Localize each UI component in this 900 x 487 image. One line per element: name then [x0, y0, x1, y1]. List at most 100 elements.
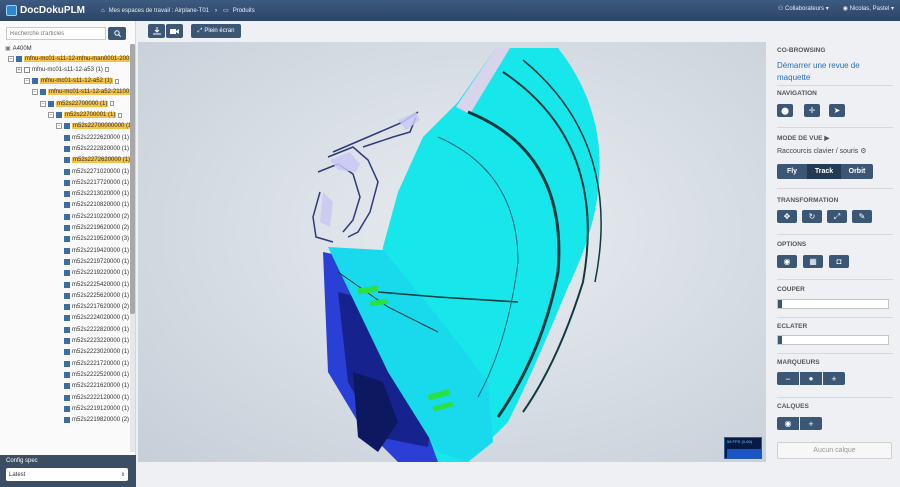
tree-node[interactable]: m52s2219220000 (1): [64, 269, 130, 278]
tree-node[interactable]: m52s2221620000 (1): [64, 382, 130, 391]
search-button[interactable]: [108, 27, 126, 40]
marker-remove-button[interactable]: −: [777, 372, 799, 385]
tree-node-checkbox[interactable]: [16, 55, 22, 62]
tree-node[interactable]: m52s2217720000 (1): [64, 178, 130, 187]
tree-node-checkbox[interactable]: [64, 145, 70, 152]
explode-slider[interactable]: [777, 335, 889, 345]
tree-node[interactable]: − mfnu-mc01-s11-12-a52-21100 (1): [32, 88, 130, 97]
expand-toggle-icon[interactable]: +: [16, 66, 22, 73]
tree-root[interactable]: ▣ A400M: [5, 44, 32, 53]
tree-node[interactable]: m52s2224020000 (1): [64, 314, 130, 323]
explode-slider-handle[interactable]: [778, 336, 782, 344]
center-button[interactable]: ✛: [804, 104, 820, 117]
scene-viewport[interactable]: 58 FPS (0-60): [138, 42, 766, 462]
grid-button[interactable]: ▦: [803, 255, 823, 268]
cut-slider[interactable]: [777, 299, 889, 309]
tree-node-checkbox[interactable]: [64, 179, 70, 186]
tree-node[interactable]: m52s2223020000 (1): [64, 348, 130, 357]
tree-node[interactable]: m52s2222520000 (1): [64, 370, 130, 379]
collapse-toggle-icon[interactable]: −: [56, 123, 62, 130]
collapse-toggle-icon[interactable]: −: [24, 78, 30, 85]
scrollbar-thumb[interactable]: [130, 44, 135, 314]
layer-add-button[interactable]: +: [800, 417, 822, 430]
tree-node-checkbox[interactable]: [64, 292, 70, 299]
tree-node[interactable]: m52s2225620000 (1): [64, 291, 130, 300]
tree-node-checkbox[interactable]: [64, 225, 70, 231]
marker-add-button[interactable]: +: [823, 372, 845, 385]
tree-node[interactable]: m52s2217620000 (2): [64, 303, 130, 312]
mode-track-button[interactable]: Track: [807, 164, 841, 179]
app-logo[interactable]: DocDoku PLM: [6, 5, 85, 16]
tree-node[interactable]: m52s2222820000 (1): [64, 325, 130, 334]
tree-node[interactable]: m52s2219120000 (1): [64, 404, 130, 413]
mode-orbit-button[interactable]: Orbit: [841, 164, 873, 179]
tree-node-checkbox[interactable]: [64, 405, 70, 412]
tree-node[interactable]: m52s2225420000 (1): [64, 280, 130, 289]
cut-slider-handle[interactable]: [778, 300, 782, 308]
tree-node[interactable]: m52s2219420000 (1): [64, 246, 130, 255]
3d-model[interactable]: [138, 42, 766, 462]
article-search-input[interactable]: [6, 27, 106, 40]
shortcuts-link[interactable]: Raccourcis clavier / souris ⚙: [777, 147, 867, 155]
tree-node[interactable]: − mfnu-mc01-s11-12-mfnu-man0001-200: [8, 54, 130, 63]
collaborators-menu[interactable]: ⚇ Collaborateurs ▾: [778, 5, 829, 12]
tree-node-checkbox[interactable]: [48, 100, 54, 107]
scale-button[interactable]: ⤢: [827, 210, 847, 223]
mode-fly-button[interactable]: Fly: [777, 164, 807, 179]
tree-node[interactable]: m52s2271020000 (1): [64, 167, 130, 176]
tree-node-checkbox[interactable]: [64, 360, 70, 367]
tree-scrollbar[interactable]: [130, 44, 135, 452]
tree-node-checkbox[interactable]: [64, 304, 70, 311]
tree-node-checkbox[interactable]: [64, 383, 70, 390]
tree-node-checkbox[interactable]: [64, 349, 70, 356]
tree-node[interactable]: m52s2219720000 (1): [64, 257, 130, 266]
tree-node[interactable]: m52s2219520000 (3): [64, 235, 130, 244]
screenshot-button[interactable]: ◘: [829, 255, 849, 268]
tree-node-checkbox[interactable]: [64, 258, 70, 265]
tree-node-checkbox[interactable]: [64, 247, 70, 254]
collapse-toggle-icon[interactable]: −: [32, 89, 38, 96]
tree-node[interactable]: m52s2222120000 (1): [64, 393, 130, 402]
tree-node-checkbox[interactable]: [64, 134, 70, 141]
breadcrumb-products[interactable]: Produits: [233, 8, 255, 14]
tree-node[interactable]: m52s2222820000 (1): [64, 144, 130, 153]
tree-node-checkbox[interactable]: [64, 326, 70, 333]
locate-button[interactable]: ⬤: [777, 104, 793, 117]
tree-node[interactable]: + mfnu-mc01-s11-12-a53 (1): [16, 65, 109, 74]
translate-button[interactable]: ✥: [777, 210, 797, 223]
tree-node-checkbox[interactable]: [64, 270, 70, 277]
fullscreen-button[interactable]: ⤢ Plein écran: [191, 24, 241, 38]
tree-node-checkbox[interactable]: [64, 191, 70, 198]
tree-node[interactable]: m52s2219620000 (2): [64, 224, 130, 233]
tree-node[interactable]: − mfnu-mc01-s11-12-a52 (1): [24, 77, 119, 86]
collapse-toggle-icon[interactable]: −: [40, 100, 46, 107]
tree-node-checkbox[interactable]: [56, 112, 62, 118]
tree-node-checkbox[interactable]: [64, 202, 70, 209]
tree-node[interactable]: m52s2210820000 (1): [64, 201, 130, 210]
collapse-toggle-icon[interactable]: −: [48, 112, 54, 118]
tree-node-checkbox[interactable]: [24, 66, 30, 73]
tree-node[interactable]: m52s2210220000 (2): [64, 212, 130, 221]
tree-node-checkbox[interactable]: [64, 371, 70, 378]
tree-node-checkbox[interactable]: [64, 236, 70, 243]
tree-node[interactable]: − m52s22700000 (1): [40, 99, 115, 108]
start-review-link[interactable]: Démarrer une revue de maquette: [777, 60, 892, 84]
tree-node-checkbox[interactable]: [64, 338, 70, 344]
direction-button[interactable]: ➤: [829, 104, 845, 117]
tree-node[interactable]: m52s2223220000 (1): [64, 337, 130, 346]
tree-node-checkbox[interactable]: [32, 78, 38, 85]
tree-node-checkbox[interactable]: [64, 281, 70, 288]
export-button[interactable]: [148, 24, 165, 38]
tree-node-checkbox[interactable]: [64, 157, 70, 164]
breadcrumb-workspace[interactable]: Mes espaces de travail : Airplane-T01: [109, 8, 209, 14]
tree-node-checkbox[interactable]: [64, 394, 70, 401]
tree-node[interactable]: − m52s22700000000 (1): [56, 122, 130, 131]
user-menu[interactable]: ◉ Nicolas, Pastel ▾: [843, 5, 894, 12]
tree-node[interactable]: m52s2272620000 (1): [64, 156, 130, 165]
tree-node[interactable]: m52s2222620000 (1): [64, 133, 130, 142]
layer-visibility-button[interactable]: ◉: [777, 417, 799, 430]
collapse-toggle-icon[interactable]: −: [8, 55, 14, 62]
visibility-button[interactable]: ◉: [777, 255, 797, 268]
tree-node-checkbox[interactable]: [64, 417, 70, 424]
tree-node[interactable]: m52s2221720000 (1): [64, 359, 130, 368]
